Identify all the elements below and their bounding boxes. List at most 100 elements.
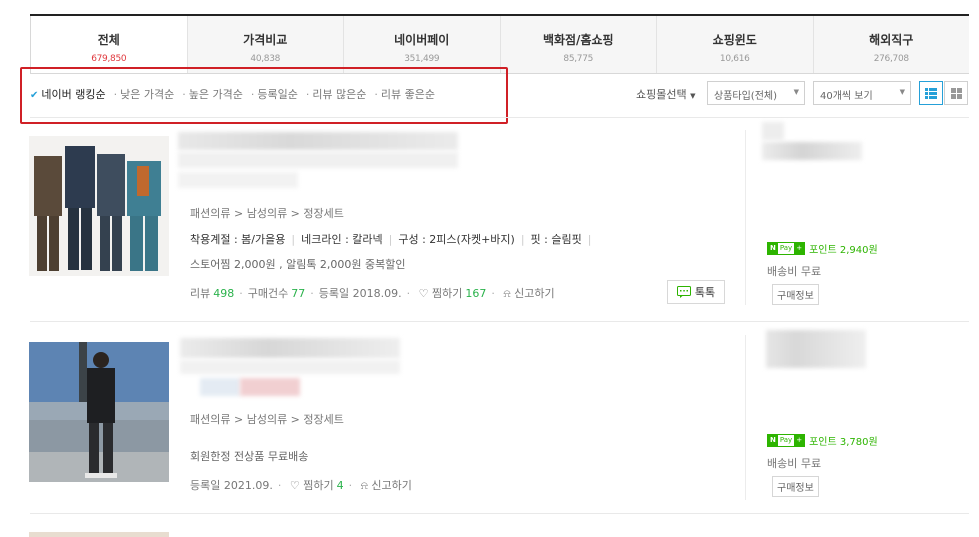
buy-info-button[interactable]: 구매정보 — [772, 284, 819, 305]
tab-label: 해외직구 — [869, 33, 914, 47]
product-specs: 착용계절 : 봄/가을용 | 네크라인 : 칼라넥 | 구성 : 2피스(자켓+바지) |… — [190, 233, 592, 246]
tab-shopping-window[interactable]: 쇼핑윈도 10,616 — [657, 16, 814, 73]
suit-model-image — [29, 342, 169, 482]
tab-naver-pay[interactable]: 네이버페이 351,499 — [344, 16, 501, 73]
blurred-title — [178, 132, 458, 150]
review-link[interactable]: 리뷰 498 — [190, 287, 234, 300]
promo-text: 회원한정 전상품 무료배송 — [190, 450, 309, 463]
tab-count: 10,616 — [719, 54, 750, 64]
category-tabs: 전체 679,850 가격비교 40,838 네이버페이 351,499 백화점… — [30, 14, 969, 74]
caret-down-icon: ▼ — [793, 88, 799, 96]
spec-item: 구성 : 2피스(자켓+바지) — [398, 233, 515, 246]
chat-icon — [676, 286, 691, 298]
npay-pay: Pay — [779, 244, 793, 252]
review-count: 498 — [213, 287, 235, 300]
list-view-icon — [925, 87, 937, 99]
tab-label: 쇼핑윈도 — [712, 33, 757, 47]
report-button[interactable]: ⍾ 신고하기 — [361, 479, 412, 492]
annotation-highlight-box — [20, 67, 508, 124]
zzim-count: 4 — [336, 479, 344, 492]
divider — [30, 321, 969, 322]
promo-text: 스토어찜 2,000원 , 알림톡 2,000원 중복할인 — [190, 258, 406, 271]
mall-select-label: 쇼핑몰선택 — [636, 88, 687, 101]
zzim-label: 찜하기 — [431, 287, 463, 300]
npay-point: 포인트 3,780원 — [809, 437, 878, 448]
divider — [745, 130, 746, 305]
category-link[interactable]: 정장세트 — [303, 207, 343, 220]
report-button[interactable]: ⍾ 신고하기 — [503, 287, 554, 300]
npay-plus: + — [794, 243, 805, 254]
purchase-label: 구매건수 — [247, 287, 289, 300]
tab-label: 가격비교 — [243, 33, 288, 47]
per-page-label: 40개씩 보기 — [820, 91, 873, 102]
npay-point: 포인트 2,940원 — [809, 245, 878, 256]
zzim-count: 167 — [465, 287, 487, 300]
caret-down-icon: ▼ — [690, 92, 696, 100]
category-link[interactable]: 패션의류 — [190, 207, 230, 220]
npay-badge: N Pay + — [767, 434, 806, 447]
npay-n: N — [768, 243, 778, 254]
zzim-button[interactable]: ♡ 찜하기 167 — [419, 287, 487, 300]
category-link[interactable]: 정장세트 — [303, 413, 343, 426]
grid-view-button[interactable] — [944, 81, 968, 105]
heart-icon: ♡ — [418, 287, 429, 300]
breadcrumb: 패션의류 > 남성의류 > 정장세트 — [190, 413, 344, 426]
blurred-title — [180, 360, 400, 374]
product-image[interactable] — [29, 342, 169, 482]
bell-icon: ⍾ — [503, 287, 511, 300]
category-link[interactable]: 남성의류 — [247, 413, 287, 426]
product-image[interactable] — [29, 136, 169, 276]
reg-date: 등록일 2018.09. — [318, 287, 402, 300]
tab-label: 전체 — [97, 33, 120, 47]
blurred-mall-name — [766, 330, 866, 368]
tab-count: 40,838 — [250, 54, 281, 64]
npay-badge: N Pay + — [767, 242, 806, 255]
list-view-button[interactable] — [919, 81, 943, 105]
product-type-dropdown[interactable]: 상품타입(전체) ▼ — [707, 81, 805, 105]
divider — [30, 513, 969, 514]
blurred-price — [200, 378, 240, 396]
tab-count: 276,708 — [873, 54, 909, 64]
blurred-mall-name — [762, 142, 862, 160]
category-link[interactable]: 남성의류 — [247, 207, 287, 220]
npay-pay: Pay — [779, 436, 793, 444]
product-image[interactable] — [29, 532, 169, 537]
tab-department-store[interactable]: 백화점/홈쇼핑 85,775 — [501, 16, 657, 73]
blurred-price — [178, 172, 298, 188]
blurred-title — [180, 338, 400, 358]
purchase-count: 77 — [291, 287, 306, 300]
reg-date: 등록일 2021.09. — [190, 479, 273, 492]
category-link[interactable]: 패션의류 — [190, 413, 230, 426]
tab-price-compare[interactable]: 가격비교 40,838 — [188, 16, 344, 73]
tab-count: 85,775 — [563, 54, 594, 64]
bell-icon: ⍾ — [360, 479, 368, 492]
zzim-button[interactable]: ♡ 찜하기 4 — [290, 479, 344, 492]
talk-label: 톡톡 — [694, 286, 716, 299]
caret-down-icon: ▼ — [899, 88, 905, 96]
divider — [30, 117, 969, 118]
product-meta: 등록일 2021.09. · ♡ 찜하기 4 · ⍾ 신고하기 — [190, 479, 412, 492]
npay-plus: + — [794, 435, 805, 446]
tab-all[interactable]: 전체 679,850 — [30, 16, 188, 73]
product-meta: 리뷰 498 · 구매건수 77 · 등록일 2018.09. · ♡ 찜하기 167 · ⍾ 신… — [190, 287, 555, 300]
divider — [745, 335, 746, 500]
tab-overseas[interactable]: 해외직구 276,708 — [814, 16, 970, 73]
tab-count: 679,850 — [91, 54, 127, 64]
buy-info-button[interactable]: 구매정보 — [772, 476, 819, 497]
heart-icon: ♡ — [289, 479, 300, 492]
talk-button[interactable]: 톡톡 — [667, 280, 725, 304]
per-page-dropdown[interactable]: 40개씩 보기 ▼ — [813, 81, 911, 105]
tab-count: 351,499 — [404, 54, 440, 64]
npay-n: N — [768, 435, 778, 446]
shipping-fee: 배송비 무료 — [767, 265, 822, 278]
product-type-label: 상품타입(전체) — [714, 91, 778, 102]
report-label: 신고하기 — [514, 287, 555, 300]
breadcrumb: 패션의류 > 남성의류 > 정장세트 — [190, 207, 344, 220]
grid-view-icon — [950, 87, 962, 99]
tab-label: 네이버페이 — [394, 33, 450, 47]
shipping-fee: 배송비 무료 — [767, 457, 822, 470]
zzim-label: 찜하기 — [303, 479, 334, 492]
suit-models-image — [29, 136, 169, 276]
mall-select-dropdown[interactable]: 쇼핑몰선택 ▼ — [636, 86, 696, 102]
review-label: 리뷰 — [190, 287, 211, 300]
